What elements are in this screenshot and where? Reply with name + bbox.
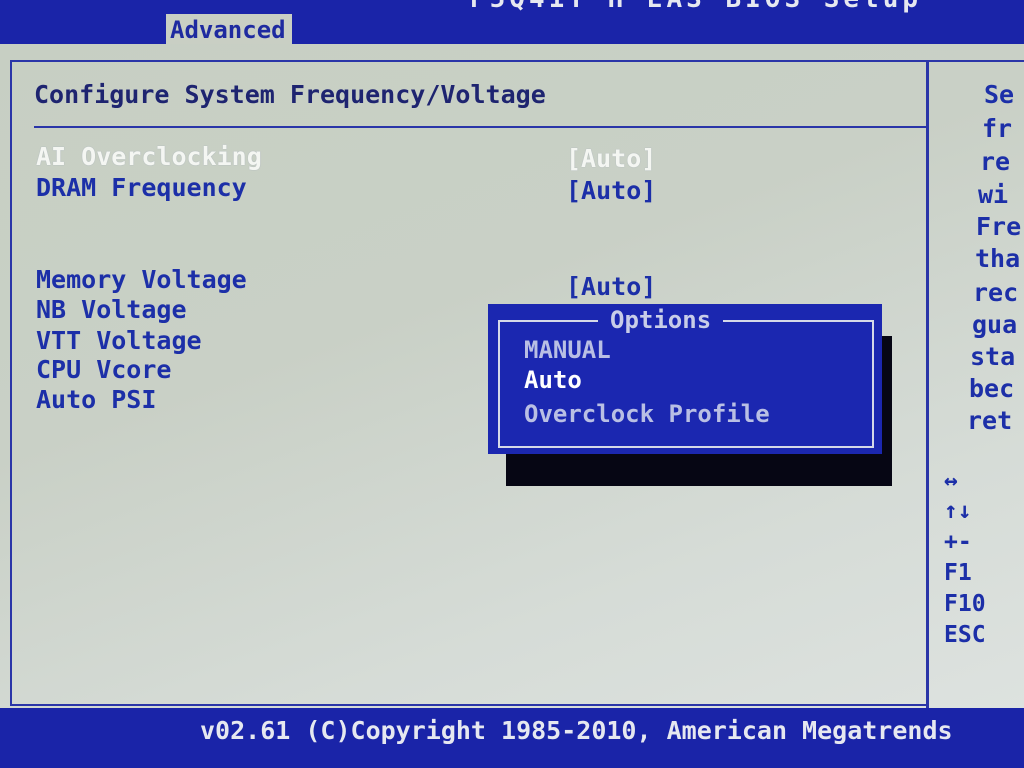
page-title: Configure System Frequency/Voltage: [34, 80, 546, 109]
help-line: rec: [973, 278, 1019, 307]
key-esc: ESC: [944, 622, 986, 648]
help-line: re: [980, 147, 1011, 176]
tab-advanced[interactable]: Advanced: [166, 14, 292, 44]
bios-title: P5Q41T H EAS BIOS Setup: [470, 0, 922, 14]
top-bar: P5Q41T H EAS BIOS Setup Advanced: [0, 0, 1024, 44]
setting-nb-voltage[interactable]: NB Voltage: [36, 295, 187, 324]
up-down-arrow-icon: ↑↓: [944, 498, 972, 524]
help-line: ret: [967, 406, 1013, 435]
setting-ai-overclocking[interactable]: AI Overclocking: [36, 142, 262, 171]
options-popup: Options MANUAL Auto Overclock Profile: [488, 304, 882, 454]
help-line: wi: [978, 180, 1009, 209]
help-line: Se: [984, 80, 1015, 109]
setting-dram-frequency[interactable]: DRAM Frequency: [36, 173, 247, 202]
plus-minus-icon: +-: [944, 529, 972, 555]
help-line: bec: [969, 374, 1015, 403]
popup-option-manual[interactable]: MANUAL: [524, 336, 611, 364]
help-line: gua: [972, 310, 1018, 339]
setting-memory-voltage[interactable]: Memory Voltage: [36, 265, 247, 294]
help-line: Fre: [976, 212, 1022, 241]
setting-dram-frequency-value[interactable]: [Auto]: [566, 176, 656, 205]
setting-auto-psi[interactable]: Auto PSI: [36, 385, 156, 414]
key-f10: F10: [944, 591, 986, 617]
popup-option-auto[interactable]: Auto: [524, 366, 582, 394]
help-line: sta: [970, 342, 1016, 371]
help-line: fr: [982, 114, 1013, 143]
title-divider: [34, 126, 928, 128]
setting-vtt-voltage[interactable]: VTT Voltage: [36, 326, 202, 355]
setting-memory-voltage-value[interactable]: [Auto]: [566, 272, 656, 301]
popup-option-overclock-profile[interactable]: Overclock Profile: [524, 400, 770, 428]
setting-ai-overclocking-value[interactable]: [Auto]: [566, 144, 656, 173]
left-right-arrow-icon: ↔: [944, 468, 958, 494]
bottom-bar: v02.61 (C)Copyright 1985-2010, American …: [0, 708, 1024, 768]
help-line: tha: [975, 244, 1021, 273]
popup-title: Options: [598, 306, 724, 334]
bios-screen: Configure System Frequency/Voltage AI Ov…: [0, 44, 1024, 724]
key-f1: F1: [944, 560, 972, 586]
copyright-text: v02.61 (C)Copyright 1985-2010, American …: [200, 716, 953, 745]
setting-cpu-vcore[interactable]: CPU Vcore: [36, 355, 171, 384]
